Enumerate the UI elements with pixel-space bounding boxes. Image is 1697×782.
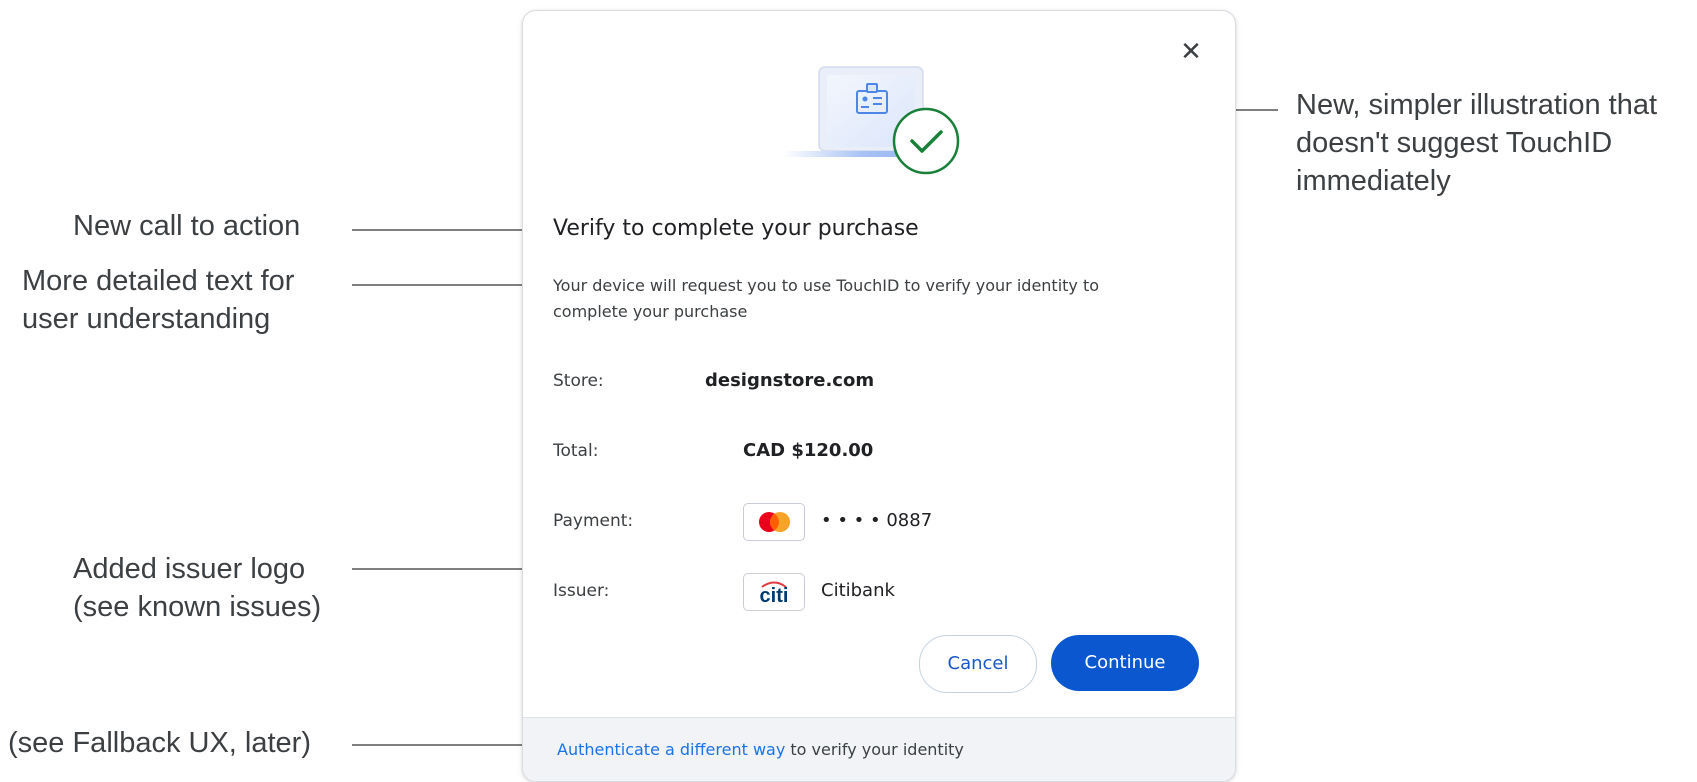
check-badge-icon [892,107,960,175]
mastercard-logo [743,503,805,541]
annotation-issuer-logo: Added issuer logo (see known issues) [73,553,322,623]
total-value: CAD $120.00 [743,440,874,461]
laptop-badge-check-illustration [783,66,960,175]
store-row: Store: designstore.com [553,361,1193,401]
store-label: Store: [553,371,604,391]
issuer-value: Citibank [821,580,895,601]
annotation-detailed-text: More detailed text for user understandin… [22,265,295,335]
payment-row: Payment: • • • • 0887 [553,501,1193,541]
annotation-illustration: New, simpler illustration that doesn't s… [1296,89,1658,197]
payment-value: • • • • 0887 [821,510,933,531]
verify-dialog: ✕ Verify to complete your purchase Your … [522,10,1236,782]
total-label: Total: [553,441,599,461]
dialog-description: Your device will request you to use Touc… [553,276,1100,321]
cancel-button[interactable]: Cancel [919,635,1037,693]
authenticate-different-way-link[interactable]: Authenticate a different way [557,740,785,759]
mastercard-icon [759,512,790,532]
payment-label: Payment: [553,511,634,531]
footer-text: Authenticate a different way to verify y… [557,740,964,759]
annotation-cta: New call to action [73,210,301,242]
total-row: Total: CAD $120.00 [553,431,1193,471]
annotation-fallback: (see Fallback UX, later) [8,727,311,759]
citi-logo: citi [743,573,805,611]
issuer-row: Issuer: citi Citibank [553,571,1193,611]
close-icon[interactable]: ✕ [1175,35,1207,67]
citi-logo-icon: citi [760,581,789,607]
issuer-label: Issuer: [553,581,610,601]
dialog-title: Verify to complete your purchase [553,216,919,241]
dialog-footer: Authenticate a different way to verify y… [523,717,1235,781]
footer-suffix: to verify your identity [785,740,964,759]
continue-button[interactable]: Continue [1051,635,1199,691]
store-value: designstore.com [705,370,875,391]
svg-text:citi: citi [760,585,789,607]
